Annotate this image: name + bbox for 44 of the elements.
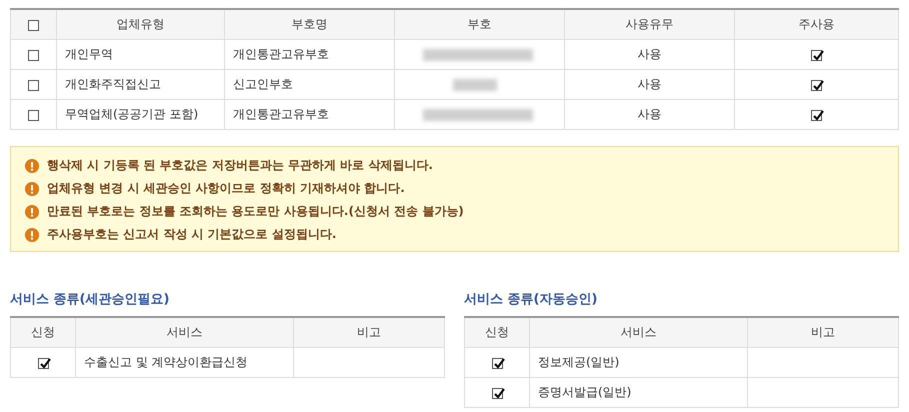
checkbox[interactable] <box>492 358 502 369</box>
warning-icon <box>25 158 39 172</box>
warning-icon <box>25 204 39 218</box>
table-cell: 증명서발급(일반) <box>530 378 748 408</box>
checkbox[interactable] <box>28 20 39 31</box>
table-cell: 사용 <box>564 40 734 70</box>
column-header: 비고 <box>748 317 898 348</box>
notice-text: 업체유형 변경 시 세관승인 사항이므로 정확히 기재하셔야 합니다. <box>47 180 405 197</box>
table-cell: 개인화주직접신고 <box>56 70 224 100</box>
checkbox[interactable] <box>28 80 39 91</box>
table-cell: 사용 <box>564 70 734 100</box>
column-header: 신청 <box>10 317 76 348</box>
column-header: 사용유무 <box>564 9 734 40</box>
column-header: 서비스 <box>530 317 748 348</box>
column-header: 신청 <box>464 317 530 348</box>
notice-text: 주사용부호는 신고서 작성 시 기본값으로 설정됩니다. <box>47 226 336 243</box>
checkbox[interactable] <box>811 80 822 91</box>
section-title: 서비스 종류(자동승인) <box>464 291 598 308</box>
table-cell: 무역업체(공공기관 포함) <box>56 100 224 130</box>
warning-icon <box>25 228 39 242</box>
table-cell: 수출신고 및 계약상이환급신청 <box>76 348 294 378</box>
column-header: 부호 <box>394 9 564 40</box>
checkbox[interactable] <box>811 110 822 121</box>
table-cell: 정보제공(일반) <box>530 348 748 378</box>
table-cell: 개인통관고유부호 <box>224 40 394 70</box>
column-header: 업체유형 <box>56 9 224 40</box>
table-cell: 신고인부호 <box>224 70 394 100</box>
checkbox[interactable] <box>38 358 48 369</box>
table-cell: 사용 <box>564 100 734 130</box>
column-header: 서비스 <box>76 317 294 348</box>
table-cell: 개인통관고유부호 <box>224 100 394 130</box>
section-title: 서비스 종류(세관승인필요) <box>10 291 170 308</box>
column-header: 비고 <box>294 317 444 348</box>
checkbox[interactable] <box>492 388 502 399</box>
notice-text: 행삭제 시 기등록 된 부호값은 저장버튼과는 무관하게 바로 삭제됩니다. <box>47 157 433 174</box>
notice-text: 만료된 부호로는 정보를 조회하는 용도로만 사용됩니다.(신청서 전송 불가능) <box>47 203 464 220</box>
table-cell: 개인무역 <box>56 40 224 70</box>
checkbox[interactable] <box>28 110 39 121</box>
column-header: 부호명 <box>224 9 394 40</box>
blurred-code <box>453 79 497 92</box>
column-header: 주사용 <box>734 9 898 40</box>
checkbox[interactable] <box>28 50 39 61</box>
warning-icon <box>25 182 39 196</box>
checkbox[interactable] <box>811 50 822 61</box>
